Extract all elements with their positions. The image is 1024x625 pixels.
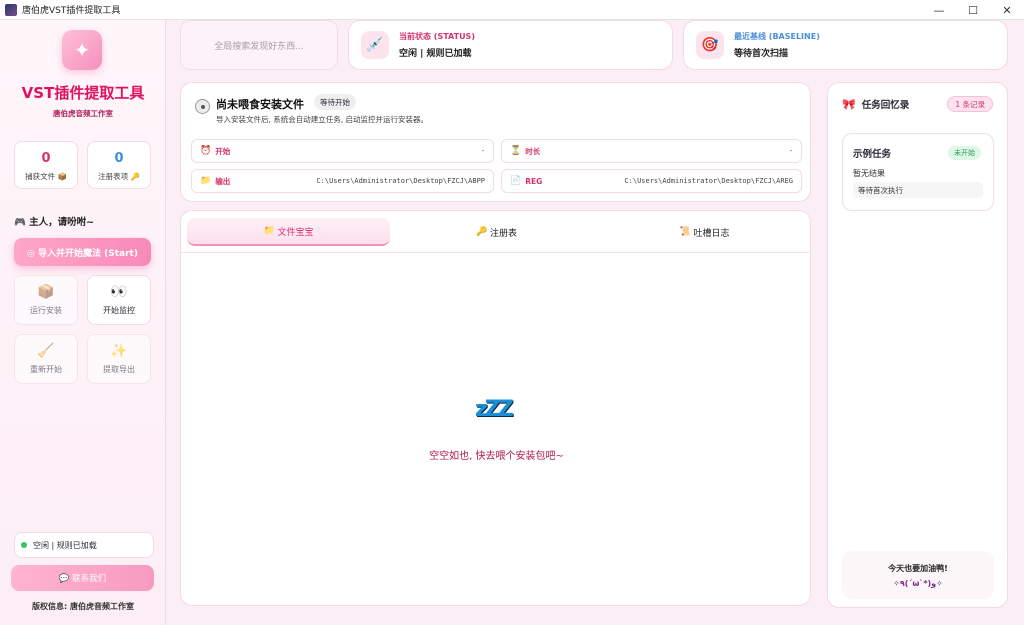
status-card-title: 当前状态 (STATUS) — [399, 32, 475, 41]
registry-items-label: 注册表项 🔑 — [98, 172, 140, 181]
alarm-clock-icon: ⏰ — [200, 146, 212, 156]
folder-icon: 📁 — [263, 226, 275, 236]
restart-button[interactable]: 🧹 重新开始 — [14, 334, 78, 384]
content-panel: 📁 文件宝宝 🔑 注册表 📜 吐槽日志 zZZ 空空如也, 快去喂个安装包吧~ — [180, 210, 811, 606]
start-time-field: ⏰ 开始 - — [191, 139, 494, 163]
contact-button[interactable]: 💬 联系我们 — [11, 565, 154, 591]
folder-icon: 📁 — [200, 176, 212, 186]
run-install-label: 运行安装 — [30, 306, 62, 315]
task-name: 示例任务 — [853, 149, 892, 160]
tab-log-label: 吐槽日志 — [693, 228, 730, 239]
baseline-card-title: 最近基线 (BASELINE) — [734, 32, 820, 41]
cheer-emoticon: ✧٩(ˊωˋ*)و✧ — [893, 579, 943, 588]
record-count-badge: 1 条记录 — [947, 96, 993, 112]
start-time-value: - — [480, 147, 485, 155]
tab-files-label: 文件宝宝 — [277, 227, 314, 238]
title-bar: 唐伯虎VST插件提取工具 — ☐ ✕ — [0, 0, 1024, 20]
box-icon: 📦 — [37, 284, 55, 300]
output-path-value: C:\Users\Administrator\Desktop\FZCJ\ABPP — [316, 177, 485, 185]
registry-items-stat: 0 注册表项 🔑 — [87, 141, 151, 189]
window-title: 唐伯虎VST插件提取工具 — [22, 6, 121, 16]
status-dot-icon — [21, 542, 27, 548]
captured-files-label: 捕获文件 📦 — [25, 172, 67, 181]
extract-export-button[interactable]: ✨ 提取导出 — [87, 334, 151, 384]
install-status-badge: 等待开始 — [314, 94, 356, 110]
reg-path-value: C:\Users\Administrator\Desktop\FZCJ\AREG — [624, 177, 793, 185]
status-text: 空闲 | 规则已加载 — [33, 540, 97, 550]
output-path-field: 📁 输出 C:\Users\Administrator\Desktop\FZCJ… — [191, 169, 494, 193]
cheer-box: 今天也要加油鸭! ✧٩(ˊωˋ*)و✧ — [842, 551, 994, 599]
logo-sparkle-icon: ✦ — [62, 30, 102, 70]
maximize-button[interactable]: ☐ — [956, 0, 990, 20]
install-file-description: 导入安装文件后, 系统会自动建立任务, 启动监控并运行安装器。 — [216, 115, 429, 124]
task-waiting: 等待首次执行 — [853, 182, 983, 198]
duration-label: 时长 — [525, 146, 541, 156]
sleeping-zzz-icon: zZZ — [475, 397, 514, 422]
minimize-button[interactable]: — — [922, 0, 956, 20]
task-history-panel: 🎀 任务回忆录 1 条记录 示例任务 未开始 暂无结果 等待首次执行 今天也要加… — [827, 82, 1008, 608]
example-task-card[interactable]: 示例任务 未开始 暂无结果 等待首次执行 — [842, 133, 994, 211]
baseline-card-value: 等待首次扫描 — [734, 49, 789, 59]
app-name: VST插件提取工具 — [21, 84, 145, 102]
install-file-title: 尚未喂食安装文件 — [216, 98, 304, 111]
start-time-label: 开始 — [215, 146, 231, 156]
ribbon-icon: 🎀 — [842, 97, 856, 111]
status-card: 💉 当前状态 (STATUS) 空闲 | 规则已加载 — [348, 20, 673, 70]
task-history-title: 🎀 任务回忆录 — [842, 97, 910, 112]
start-monitor-button[interactable]: 👀 开始监控 — [87, 275, 151, 325]
output-path-label: 输出 — [215, 176, 231, 186]
captured-files-count: 0 — [41, 151, 51, 166]
start-monitor-label: 开始监控 — [103, 306, 135, 315]
document-icon: 📄 — [510, 176, 522, 186]
eyes-icon: 👀 — [110, 284, 128, 300]
key-icon: 🔑 — [475, 227, 488, 237]
copyright: 版权信息: 唐伯虎音频工作室 — [32, 602, 134, 611]
extract-export-label: 提取导出 — [103, 365, 135, 374]
disc-icon — [195, 99, 210, 114]
status-card-value: 空闲 | 规则已加载 — [399, 49, 472, 59]
duration-field: ⏳ 时长 - — [501, 139, 802, 163]
greeting: 🎮 主人，请吩咐~ — [14, 217, 95, 228]
tab-bar: 📁 文件宝宝 🔑 注册表 📜 吐槽日志 — [181, 211, 810, 253]
sparkles-icon: ✨ — [110, 343, 128, 359]
empty-state-text: 空空如也, 快去喂个安装包吧~ — [429, 451, 564, 462]
tab-files[interactable]: 📁 文件宝宝 — [187, 218, 390, 246]
hourglass-icon: ⏳ — [510, 146, 522, 156]
app-icon — [5, 3, 17, 16]
reg-path-label: REG — [525, 176, 543, 186]
duration-value: - — [788, 147, 793, 155]
tab-registry-label: 注册表 — [490, 228, 518, 239]
reg-path-field: 📄 REG C:\Users\Administrator\Desktop\FZC… — [501, 169, 802, 193]
studio-name: 唐伯虎音频工作室 — [53, 109, 113, 118]
close-button[interactable]: ✕ — [990, 0, 1024, 20]
registry-items-count: 0 — [114, 151, 124, 166]
task-status-badge: 未开始 — [948, 146, 981, 160]
global-search-input[interactable]: 全局搜索发现好东西... — [180, 20, 338, 70]
captured-files-stat: 0 捕获文件 📦 — [14, 141, 78, 189]
cheer-text: 今天也要加油鸭! — [888, 564, 948, 573]
tab-registry[interactable]: 🔑 注册表 — [395, 218, 598, 246]
run-install-button[interactable]: 📦 运行安装 — [14, 275, 78, 325]
tab-log[interactable]: 📜 吐槽日志 — [603, 218, 806, 246]
task-history-label: 任务回忆录 — [861, 100, 910, 111]
broom-icon: 🧹 — [37, 343, 55, 359]
target-icon: 🎯 — [696, 31, 724, 59]
task-result: 暂无结果 — [853, 169, 885, 178]
restart-label: 重新开始 — [30, 365, 62, 374]
status-indicator: 空闲 | 规则已加载 — [14, 532, 154, 558]
scroll-icon: 📜 — [679, 227, 691, 237]
start-button[interactable]: ◎ 导入并开始魔法 (Start) — [14, 238, 151, 266]
baseline-card: 🎯 最近基线 (BASELINE) 等待首次扫描 — [683, 20, 1008, 70]
install-file-card: 尚未喂食安装文件 等待开始 导入安装文件后, 系统会自动建立任务, 启动监控并运… — [180, 82, 811, 202]
sidebar: ✦ VST插件提取工具 唐伯虎音频工作室 0 捕获文件 📦 0 注册表项 🔑 🎮… — [0, 20, 166, 625]
window-controls: — ☐ ✕ — [922, 0, 1024, 20]
syringe-icon: 💉 — [361, 31, 389, 59]
